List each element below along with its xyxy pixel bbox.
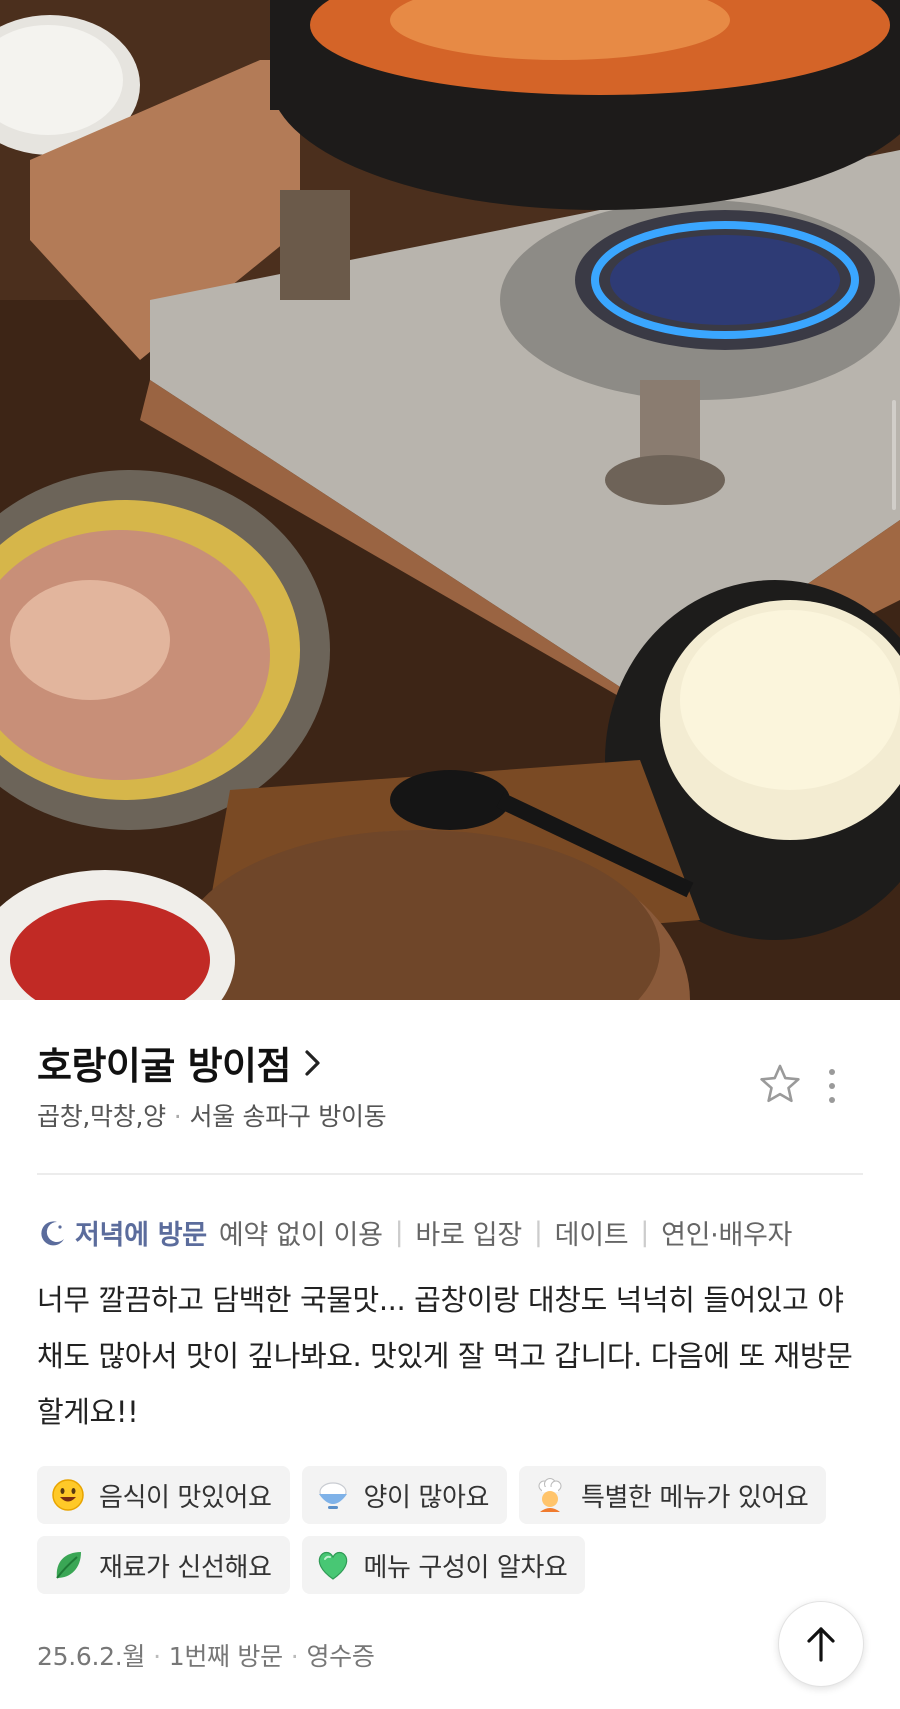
place-category: 곱창,막창,양 (37, 1102, 166, 1131)
visit-tag: 바로 입장 (415, 1220, 522, 1251)
visit-count: 1번째 방문 (168, 1642, 283, 1671)
keyword-chip: 메뉴 구성이 알차요 (301, 1536, 586, 1594)
keyword-label: 메뉴 구성이 알차요 (363, 1552, 568, 1583)
keyword-chips: 음식이 맛있어요 양이 많아요 특별한 메뉴가 있어요 재료가 신선해요 메뉴 … (37, 1466, 867, 1594)
keyword-label: 양이 많아요 (363, 1482, 490, 1513)
keyword-chip: 양이 많아요 (301, 1466, 507, 1524)
place-name: 호랑이굴 방이점 (37, 1044, 291, 1088)
arrow-up-icon (807, 1627, 835, 1662)
visit-time: 저녁에 방문 (75, 1220, 207, 1251)
keyword-label: 재료가 신선해요 (99, 1552, 272, 1583)
visit-tag: 연인·배우자 (661, 1220, 793, 1251)
keyword-label: 특별한 메뉴가 있어요 (580, 1482, 809, 1513)
keyword-chip: 재료가 신선해요 (37, 1536, 290, 1594)
review-text[interactable]: 너무 깔끔하고 담백한 국물맛... 곱창이랑 대창도 넉넉히 들어있고 야채도… (37, 1272, 867, 1440)
keyword-chip: 음식이 맛있어요 (37, 1466, 290, 1524)
visit-tag: 데이트 (554, 1220, 629, 1251)
visit-info: 저녁에 방문 예약 없이 이용 | 바로 입장 | 데이트 | 연인·배우자 (37, 1213, 792, 1252)
keyword-label: 음식이 맛있어요 (99, 1482, 272, 1513)
rice-bowl-icon (318, 1482, 347, 1509)
smile-emoji-icon (52, 1479, 84, 1511)
place-title-link[interactable]: 호랑이굴 방이점 (37, 1035, 323, 1090)
chef-icon (538, 1478, 562, 1512)
heart-icon (318, 1551, 347, 1580)
verification-method: 영수증 (306, 1642, 375, 1671)
review-photo[interactable] (0, 0, 900, 1000)
leaf-icon (56, 1552, 81, 1579)
visit-date: 25.6.2.월 (37, 1642, 146, 1671)
place-meta: 곱창,막창,양 · 서울 송파구 방이동 (37, 1102, 387, 1131)
divider (37, 1173, 863, 1175)
moon-icon (41, 1220, 64, 1245)
chevron-right-icon (305, 1049, 320, 1076)
star-icon[interactable] (758, 1062, 802, 1106)
more-options-icon[interactable] (822, 1066, 842, 1106)
review-footer: 25.6.2.월 · 1번째 방문 · 영수증 (37, 1642, 375, 1671)
scroll-to-top-button[interactable] (778, 1601, 864, 1687)
keyword-chip: 특별한 메뉴가 있어요 (518, 1466, 827, 1524)
place-location: 서울 송파구 방이동 (189, 1102, 387, 1131)
visit-tag: 예약 없이 이용 (218, 1220, 383, 1251)
photo-scroll-indicator (892, 400, 896, 510)
